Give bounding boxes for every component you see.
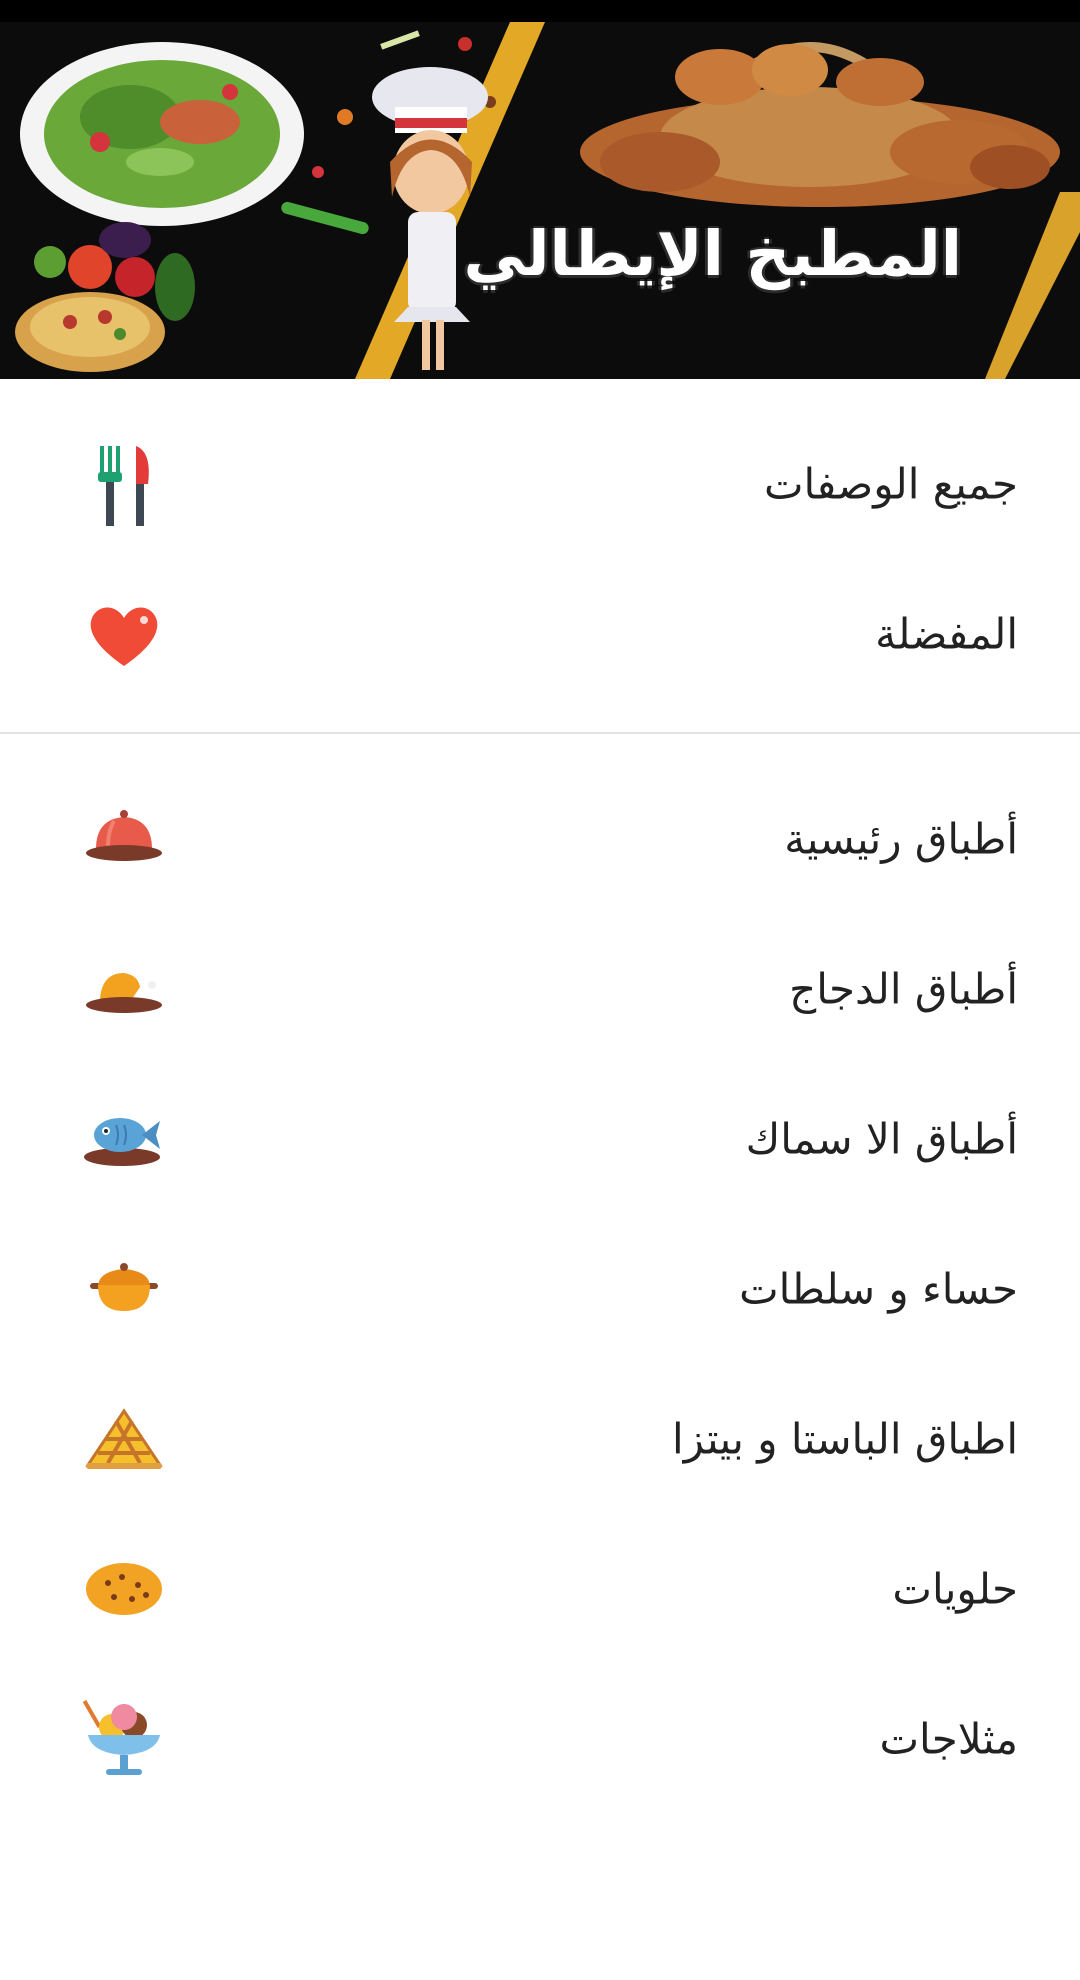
gold-stripe-right xyxy=(985,192,1080,379)
salad-plate-image xyxy=(20,42,304,226)
utensils-icon xyxy=(98,446,149,526)
menu-item-favorites[interactable]: المفضلة xyxy=(0,559,1080,709)
menu-item-soups-salads[interactable]: حساء و سلطات xyxy=(0,1214,1080,1364)
menu-item-label: أطباق رئيسية xyxy=(784,814,1018,864)
menu-item-fish-dishes[interactable]: أطباق الا سماك xyxy=(0,1064,1080,1214)
app-title: المطبخ الإيطالي xyxy=(463,217,962,290)
menu-item-label: أطباق الدجاج xyxy=(789,964,1018,1014)
menu-divider xyxy=(0,732,1080,734)
heart-icon xyxy=(90,607,158,666)
menu-item-all-recipes[interactable]: جميع الوصفات xyxy=(0,409,1080,559)
menu-item-pasta-pizza[interactable]: اطباق الباستا و بيتزا xyxy=(0,1364,1080,1514)
pizza-slice-icon xyxy=(85,1408,163,1469)
header-banner: المطبخ الإيطالي xyxy=(0,22,1080,379)
menu-item-label: مثلاجات xyxy=(879,1714,1018,1764)
bread-basket-image xyxy=(580,42,1060,207)
ice-cream-icon xyxy=(82,1700,160,1775)
cloche-icon xyxy=(86,810,162,861)
menu-item-label: أطباق الا سماك xyxy=(745,1114,1018,1164)
menu-item-label: حساء و سلطات xyxy=(739,1264,1018,1314)
menu-item-label: جميع الوصفات xyxy=(763,459,1018,509)
menu-item-desserts[interactable]: حلويات xyxy=(0,1514,1080,1664)
menu-item-label: حلويات xyxy=(892,1564,1018,1614)
menu-item-ice-cream[interactable]: مثلاجات xyxy=(0,1664,1080,1814)
vegetables-pizza-image xyxy=(15,222,195,372)
status-bar xyxy=(0,0,1080,22)
menu-item-main-dishes[interactable]: أطباق رئيسية xyxy=(0,764,1080,914)
cookie-icon xyxy=(86,1563,162,1615)
fish-icon xyxy=(84,1118,160,1166)
header-artwork xyxy=(15,22,1080,379)
soup-pot-icon xyxy=(90,1263,158,1311)
chicken-icon xyxy=(86,973,162,1013)
menu-item-label: المفضلة xyxy=(875,609,1018,659)
menu-item-label: اطباق الباستا و بيتزا xyxy=(672,1414,1018,1464)
menu-item-chicken-dishes[interactable]: أطباق الدجاج xyxy=(0,914,1080,1064)
